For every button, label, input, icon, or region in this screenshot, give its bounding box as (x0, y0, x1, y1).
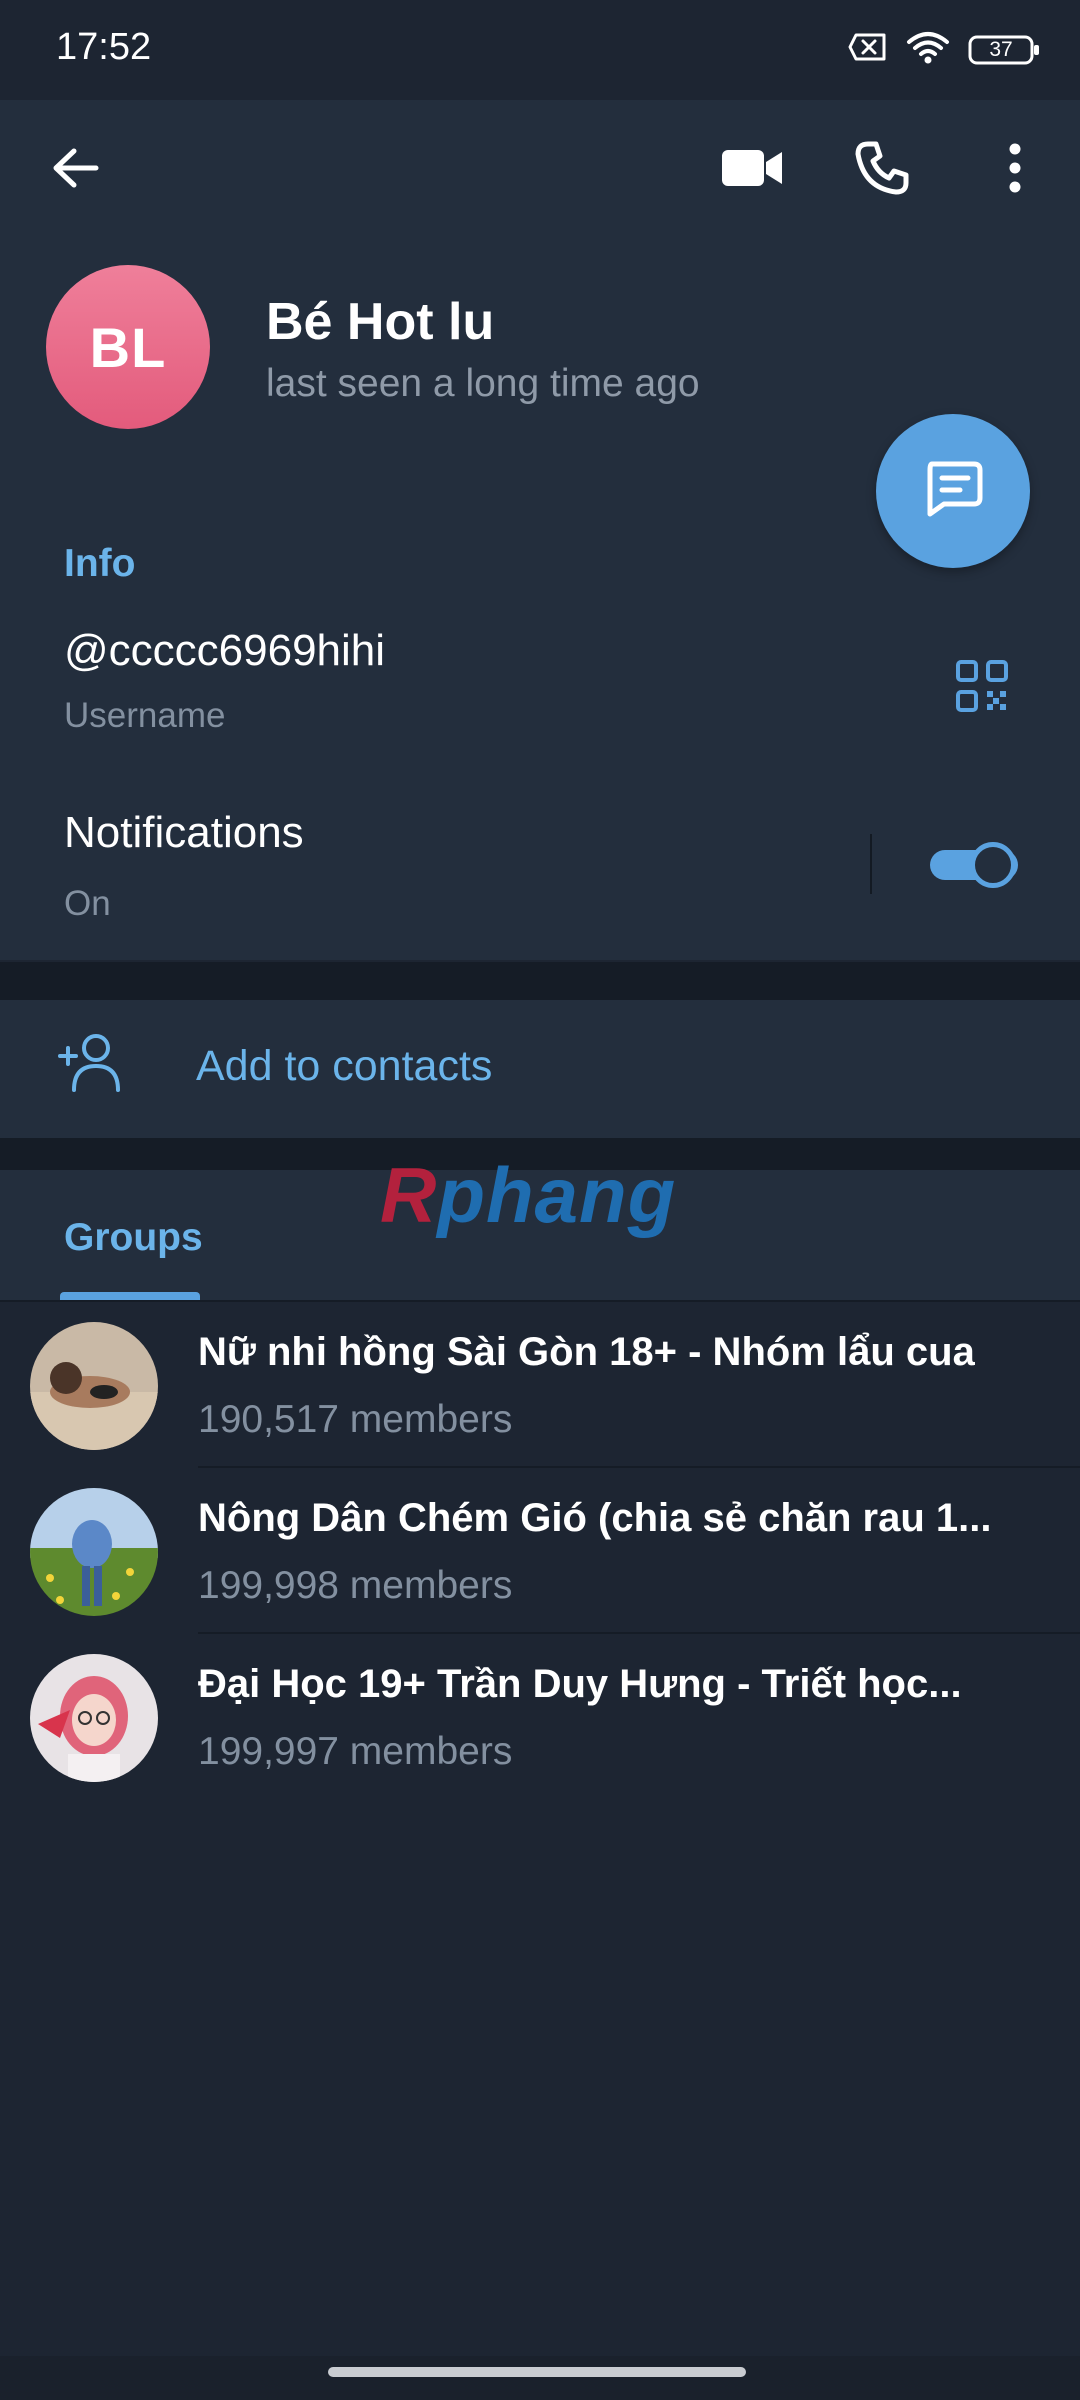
group-avatar (30, 1322, 158, 1450)
add-to-contacts-label[interactable]: Add to contacts (196, 1042, 492, 1091)
section-separator (0, 962, 1080, 1000)
status-bar: 17:52 37 (0, 0, 1080, 100)
phone-call-button[interactable] (842, 130, 922, 210)
send-message-button[interactable] (876, 414, 1030, 568)
list-item[interactable]: Nữ nhi hồng Sài Gòn 18+ - Nhóm lẩu cua 1… (0, 1302, 1080, 1468)
watermark-logo: Rphang (380, 1150, 676, 1241)
battery-icon: 37 (968, 34, 1040, 66)
list-item[interactable]: Nông Dân Chém Gió (chia sẻ chăn rau 1...… (0, 1468, 1080, 1634)
tab-indicator (60, 1292, 200, 1300)
profile-name: Bé Hot lu (266, 293, 495, 351)
message-icon (922, 460, 984, 523)
group-name: Nữ nhi hồng Sài Gòn 18+ - Nhóm lẩu cua (198, 1330, 975, 1374)
watermark-rest: phang (437, 1151, 677, 1239)
notifications-title[interactable]: Notifications (64, 808, 304, 858)
group-members: 190,517 members (198, 1398, 513, 1441)
qr-code-icon (955, 659, 1009, 718)
group-name: Nông Dân Chém Gió (chia sẻ chăn rau 1... (198, 1496, 992, 1540)
more-vertical-icon (1008, 143, 1022, 198)
back-button[interactable] (40, 130, 110, 210)
username-label: Username (64, 696, 226, 735)
home-gesture-handle[interactable] (328, 2367, 746, 2377)
add-person-icon (56, 1032, 126, 1099)
profile-last-seen: last seen a long time ago (266, 362, 700, 405)
wifi-icon (906, 30, 950, 69)
video-call-button[interactable] (712, 130, 792, 210)
tab-groups[interactable]: Groups (64, 1216, 203, 1260)
list-item[interactable]: Đại Học 19+ Trần Duy Hưng - Triết học...… (0, 1634, 1080, 1800)
watermark-first: R (380, 1151, 438, 1239)
notifications-divider (870, 834, 872, 894)
info-section-title: Info (64, 542, 136, 585)
toggle-knob (970, 842, 1016, 888)
video-call-icon (720, 146, 784, 195)
phone-icon (854, 140, 910, 201)
username-value[interactable]: @ccccc6969hihi (64, 626, 385, 676)
profile-avatar[interactable]: BL (46, 265, 210, 429)
add-contact-row[interactable] (0, 1000, 1080, 1138)
battery-level: 37 (989, 37, 1013, 61)
status-time: 17:52 (56, 26, 152, 68)
navigation-bar (0, 2356, 1080, 2400)
group-name: Đại Học 19+ Trần Duy Hưng - Triết học... (198, 1662, 962, 1706)
notifications-value: On (64, 884, 111, 923)
qr-code-button[interactable] (952, 658, 1012, 718)
back-arrow-icon (50, 146, 100, 195)
group-members: 199,997 members (198, 1730, 513, 1773)
status-icons: 37 (848, 30, 1040, 69)
group-avatar (30, 1488, 158, 1616)
group-avatar (30, 1654, 158, 1782)
group-members: 199,998 members (198, 1564, 513, 1607)
no-sim-icon (848, 32, 888, 67)
more-options-button[interactable] (990, 130, 1040, 210)
notifications-toggle[interactable] (926, 838, 1022, 890)
